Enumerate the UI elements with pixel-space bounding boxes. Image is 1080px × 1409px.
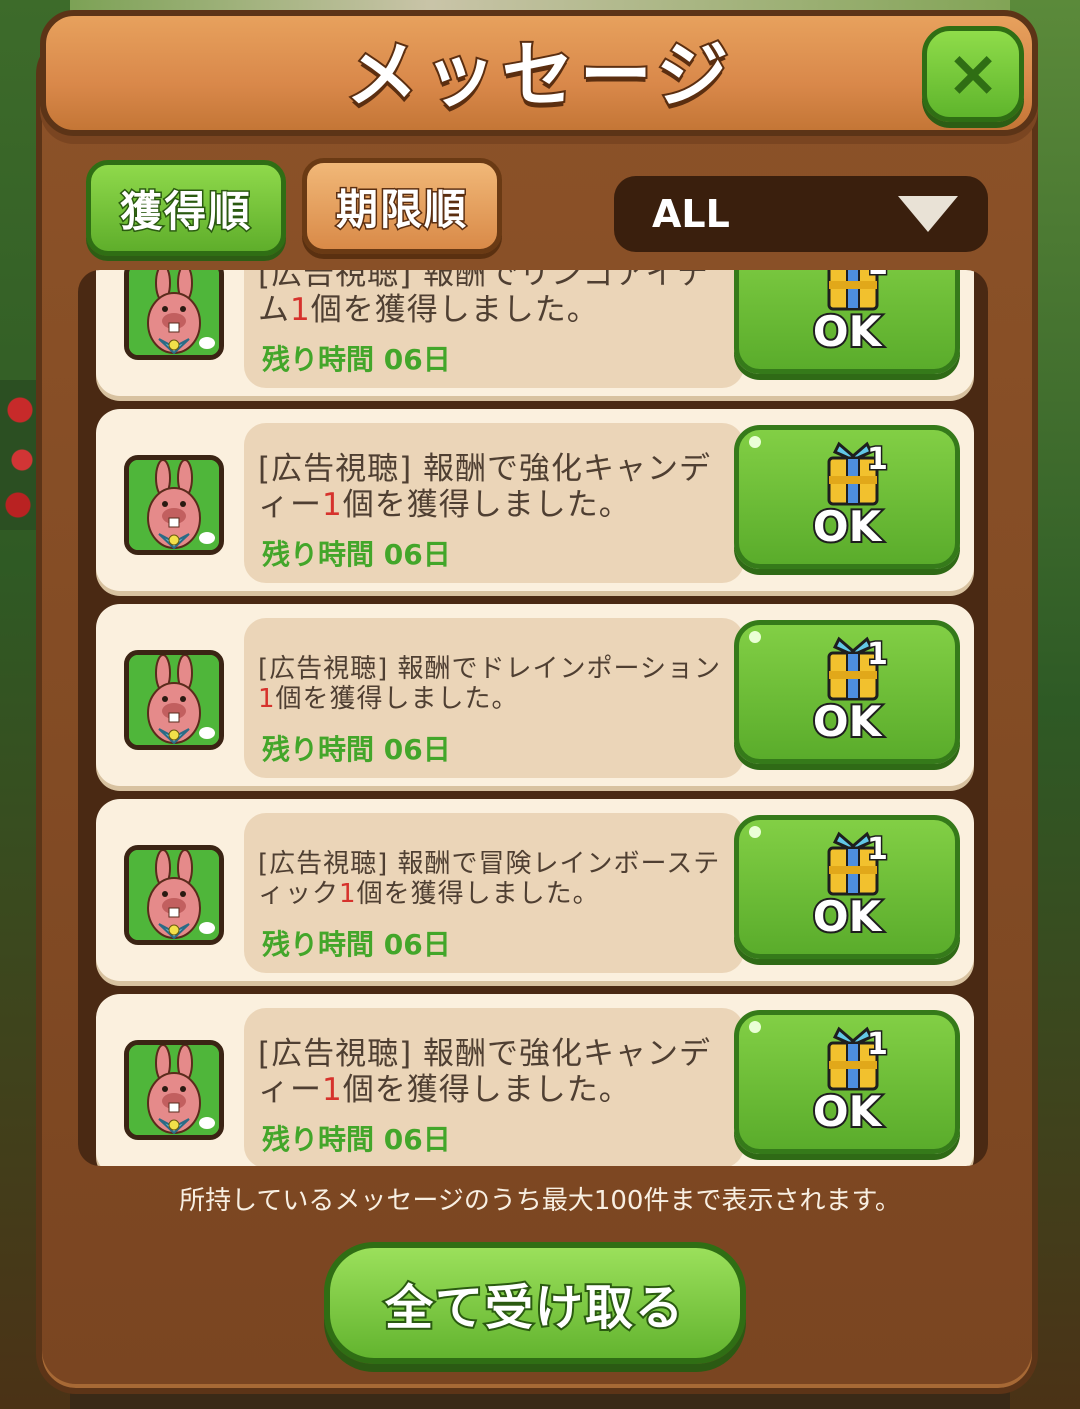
remaining-time: 残り時間 06日 (262, 538, 451, 571)
message-item: [広告視聴] 報酬でリンゴアイテム1個を獲得しました。 残り時間 06日 1 O… (96, 270, 974, 396)
filter-dropdown[interactable]: ALL (614, 176, 988, 252)
message-item: [広告視聴] 報酬で冒険レインボースティック1個を獲得しました。 残り時間 06… (96, 799, 974, 981)
tab-sort-expiry[interactable]: 期限順 (302, 158, 502, 254)
message-text-before: [広告視聴] 報酬でドレインポーション (258, 654, 722, 684)
remaining-time: 残り時間 06日 (262, 928, 451, 961)
message-item: [広告視聴] 報酬で強化キャンディー1個を獲得しました。 残り時間 06日 1 … (96, 409, 974, 591)
message-text: [広告視聴] 報酬で強化キャンディー1個を獲得しました。 (258, 1036, 728, 1108)
ok-label: OK (811, 695, 883, 748)
rabbit-avatar-icon (124, 1040, 224, 1140)
dialog-title: メッセージ (344, 31, 735, 119)
ok-label: OK (811, 305, 883, 358)
claim-all-label: 全て受け取る (383, 1278, 685, 1338)
tab-sort-acquired[interactable]: 獲得順 (86, 160, 286, 256)
receive-ok-button[interactable]: 1 OK (734, 1010, 960, 1154)
message-item: [広告視聴] 報酬で強化キャンディー1個を獲得しました。 残り時間 06日 1 … (96, 994, 974, 1166)
claim-all-button[interactable]: 全て受け取る (324, 1242, 746, 1364)
message-item: [広告視聴] 報酬でドレインポーション1個を獲得しました。 残り時間 06日 1… (96, 604, 974, 786)
filter-value: ALL (652, 192, 730, 236)
close-icon: × (946, 37, 1000, 111)
rabbit-avatar-icon (124, 270, 224, 360)
remaining-time: 残り時間 06日 (262, 733, 451, 766)
ok-label: OK (811, 500, 883, 553)
gift-count: 1 (866, 831, 890, 869)
rabbit-avatar-icon (124, 845, 224, 945)
message-text-after: 個を獲得しました。 (342, 1072, 631, 1108)
message-quantity: 1 (290, 292, 311, 328)
gift-count: 1 (866, 1026, 890, 1064)
message-text: [広告視聴] 報酬でリンゴアイテム1個を獲得しました。 (258, 270, 728, 328)
message-text: [広告視聴] 報酬で強化キャンディー1個を獲得しました。 (258, 451, 728, 523)
message-text-after: 個を獲得しました。 (356, 879, 600, 909)
message-list[interactable]: [広告視聴] 報酬でリンゴアイテム1個を獲得しました。 残り時間 06日 1 O… (78, 270, 988, 1166)
message-text-after: 個を獲得しました。 (275, 684, 519, 714)
message-quantity: 1 (258, 684, 276, 714)
receive-ok-button[interactable]: 1 OK (734, 620, 960, 764)
close-button[interactable]: × (922, 26, 1024, 122)
remaining-time: 残り時間 06日 (262, 1123, 451, 1156)
message-quantity: 1 (322, 487, 343, 523)
rabbit-avatar-icon (124, 650, 224, 750)
message-text-after: 個を獲得しました。 (310, 292, 599, 328)
rabbit-avatar-icon (124, 455, 224, 555)
message-text: [広告視聴] 報酬でドレインポーション1個を獲得しました。 (258, 654, 728, 714)
message-quantity: 1 (322, 1072, 343, 1108)
remaining-time: 残り時間 06日 (262, 343, 451, 376)
receive-ok-button[interactable]: 1 OK (734, 425, 960, 569)
ok-label: OK (811, 890, 883, 943)
message-list-scroll: [広告視聴] 報酬でリンゴアイテム1個を獲得しました。 残り時間 06日 1 O… (78, 270, 988, 1166)
receive-ok-button[interactable]: 1 OK (734, 270, 960, 374)
list-limit-notice: 所持しているメッセージのうち最大100件まで表示されます。 (179, 1186, 901, 1216)
message-text: [広告視聴] 報酬で冒険レインボースティック1個を獲得しました。 (258, 849, 728, 909)
gift-count: 1 (866, 636, 890, 674)
ok-label: OK (811, 1085, 883, 1138)
message-text-after: 個を獲得しました。 (342, 487, 631, 523)
message-quantity: 1 (339, 879, 357, 909)
chevron-down-icon (898, 196, 958, 232)
gift-count: 1 (866, 270, 890, 284)
gift-count: 1 (866, 441, 890, 479)
receive-ok-button[interactable]: 1 OK (734, 815, 960, 959)
